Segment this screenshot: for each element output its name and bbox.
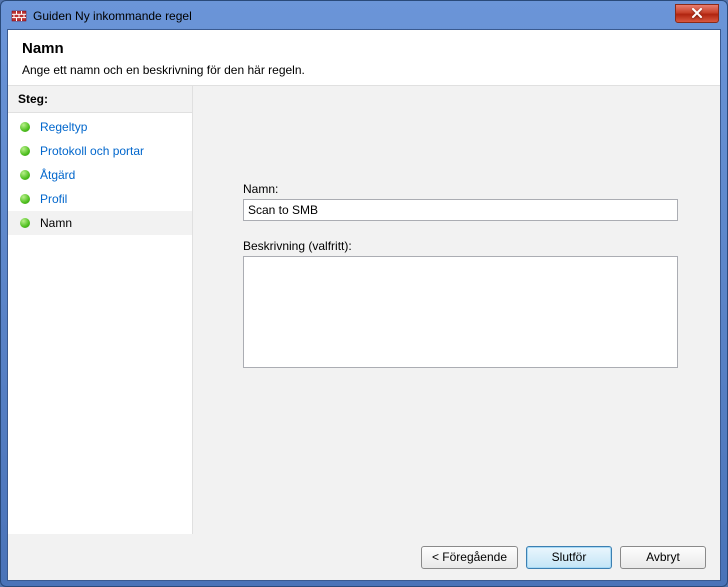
close-button[interactable] — [675, 4, 719, 23]
step-link[interactable]: Profil — [40, 192, 67, 206]
steps-list: Regeltyp Protokoll och portar Åtgärd Pro… — [8, 113, 192, 235]
window-title: Guiden Ny inkommande regel — [33, 9, 675, 23]
description-row: Beskrivning (valfritt): — [243, 239, 678, 371]
finish-button[interactable]: Slutför — [526, 546, 612, 569]
wizard-footer: < Föregående Slutför Avbryt — [8, 534, 720, 580]
step-bullet-icon — [20, 218, 30, 228]
name-input[interactable] — [243, 199, 678, 221]
step-regeltyp[interactable]: Regeltyp — [8, 115, 192, 139]
step-namn: Namn — [8, 211, 192, 235]
name-row: Namn: — [243, 182, 678, 221]
step-bullet-icon — [20, 146, 30, 156]
step-link[interactable]: Åtgärd — [40, 168, 75, 182]
cancel-button[interactable]: Avbryt — [620, 546, 706, 569]
steps-sidebar: Steg: Regeltyp Protokoll och portar Åtgä… — [8, 85, 192, 534]
client-area: Namn Ange ett namn och en beskrivning fö… — [7, 29, 721, 581]
page-description: Ange ett namn och en beskrivning för den… — [22, 63, 706, 77]
firewall-icon — [11, 8, 27, 24]
steps-heading: Steg: — [8, 85, 192, 113]
titlebar: Guiden Ny inkommande regel — [7, 7, 721, 29]
wizard-body: Steg: Regeltyp Protokoll och portar Åtgä… — [8, 85, 720, 534]
step-bullet-icon — [20, 122, 30, 132]
step-profil[interactable]: Profil — [8, 187, 192, 211]
step-atgard[interactable]: Åtgärd — [8, 163, 192, 187]
step-link[interactable]: Regeltyp — [40, 120, 87, 134]
wizard-content: Namn: Beskrivning (valfritt): — [192, 85, 720, 534]
step-protokoll[interactable]: Protokoll och portar — [8, 139, 192, 163]
close-icon — [691, 8, 703, 18]
page-title: Namn — [22, 40, 706, 57]
name-label: Namn: — [243, 182, 678, 196]
description-input[interactable] — [243, 256, 678, 368]
step-bullet-icon — [20, 170, 30, 180]
wizard-window: Guiden Ny inkommande regel Namn Ange ett… — [0, 0, 728, 587]
back-button[interactable]: < Föregående — [421, 546, 518, 569]
description-label: Beskrivning (valfritt): — [243, 239, 678, 253]
wizard-header: Namn Ange ett namn och en beskrivning fö… — [8, 30, 720, 85]
step-link[interactable]: Protokoll och portar — [40, 144, 144, 158]
step-current-label: Namn — [40, 216, 72, 230]
step-bullet-icon — [20, 194, 30, 204]
